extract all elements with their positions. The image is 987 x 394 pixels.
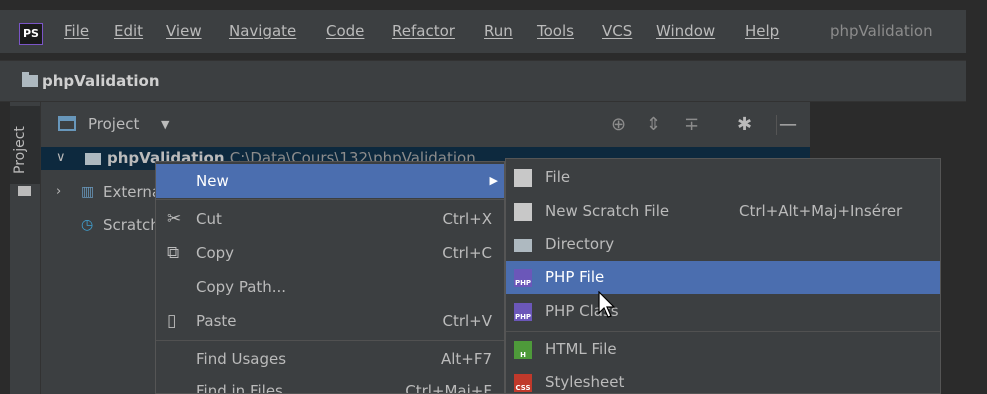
menu-divider [506, 331, 940, 332]
html-badge: H [520, 351, 526, 359]
project-view-icon [58, 116, 76, 131]
breadcrumb[interactable]: phpValidation [42, 61, 160, 101]
php-badge: PHP [514, 313, 532, 321]
folder-icon [514, 239, 532, 252]
file-icon [514, 169, 532, 187]
window-title: phpValidation [830, 22, 933, 40]
submenu-item-html-file[interactable]: H HTML File [506, 333, 940, 366]
chevron-down-icon[interactable]: ▼ [161, 102, 169, 147]
menu-file[interactable]: File [64, 10, 89, 53]
menu-item-copy[interactable]: ⧉ Copy Ctrl+C [156, 236, 504, 270]
menu-run[interactable]: Run [484, 10, 513, 53]
shortcut-label: Ctrl+V [442, 312, 492, 330]
menu-item-label: HTML File [545, 340, 617, 358]
php-badge: PHP [514, 279, 532, 287]
submenu-item-file[interactable]: File [506, 161, 940, 194]
shortcut-label: Ctrl+Maj+F [405, 382, 492, 394]
menu-item-label: New [196, 172, 229, 190]
scratch-file-icon [514, 203, 532, 221]
menu-item-find-usages[interactable]: Find Usages Alt+F7 [156, 342, 504, 376]
tab-project[interactable]: Project [10, 106, 40, 184]
scratches-icon: ◷ [81, 217, 94, 233]
structure-icon[interactable] [18, 186, 31, 196]
shortcut-label: Ctrl+Alt+Maj+Insérer [739, 202, 903, 220]
right-edge [966, 10, 987, 394]
clipboard-icon: ▯ [167, 311, 177, 331]
expand-all-icon[interactable]: ⇕ [646, 102, 661, 147]
menu-divider [156, 199, 504, 200]
navigation-bar: phpValidation [0, 60, 966, 102]
hide-icon[interactable]: — [779, 102, 797, 147]
menu-item-label: Stylesheet [545, 373, 625, 391]
copy-icon: ⧉ [167, 243, 180, 263]
tool-window-stripe: Project [10, 102, 41, 394]
locate-icon[interactable]: ⊕ [611, 102, 626, 147]
php-class-icon: PHP [514, 303, 532, 321]
menu-item-label: File [545, 168, 571, 186]
phpstorm-logo-icon: PS [19, 23, 43, 45]
folder-icon [22, 72, 38, 87]
menu-item-copy-path[interactable]: Copy Path... [156, 270, 504, 304]
menu-edit[interactable]: Edit [114, 10, 143, 53]
menu-bar: PS File Edit View Navigate Code Refactor… [0, 10, 966, 53]
menu-item-label: New Scratch File [545, 202, 670, 220]
menu-divider [156, 340, 504, 341]
submenu-item-new-scratch-file[interactable]: New Scratch File Ctrl+Alt+Maj+Insérer [506, 195, 940, 228]
project-view-selector[interactable]: Project [88, 102, 139, 147]
html-file-icon: H [514, 341, 532, 359]
menu-vcs[interactable]: VCS [602, 10, 632, 53]
submenu-item-php-file[interactable]: PHP PHP File [506, 261, 940, 294]
submenu-item-directory[interactable]: Directory [506, 228, 940, 261]
collapse-all-icon[interactable]: ∓ [684, 102, 699, 147]
menu-item-label: PHP File [545, 268, 605, 286]
menu-view[interactable]: View [166, 10, 202, 53]
menu-window[interactable]: Window [656, 10, 715, 53]
context-menu: New ▶ ✂ Cut Ctrl+X ⧉ Copy Ctrl+C Copy Pa… [155, 161, 505, 394]
shortcut-label: Ctrl+X [442, 210, 492, 228]
menu-item-label: Copy Path... [196, 278, 287, 296]
menu-item-label: Directory [545, 235, 615, 253]
menu-item-label: Find Usages [196, 350, 287, 368]
menu-item-new[interactable]: New ▶ [156, 164, 504, 198]
shortcut-label: Ctrl+C [442, 244, 492, 262]
submenu-item-php-class[interactable]: PHP PHP Class [506, 295, 940, 328]
menu-item-find-in-files[interactable]: Find in Files... Ctrl+Maj+F [156, 374, 504, 394]
project-panel-header: Project ▼ ⊕ ⇕ ∓ ✱ — [41, 102, 810, 147]
chevron-down-icon[interactable]: ∨ [56, 150, 66, 165]
shortcut-label: Alt+F7 [440, 350, 492, 368]
toolbar-separator [776, 115, 777, 135]
php-file-icon: PHP [514, 269, 532, 287]
menu-item-label: Copy [196, 244, 235, 262]
scissors-icon: ✂ [167, 209, 182, 229]
menu-item-paste[interactable]: ▯ Paste Ctrl+V [156, 304, 504, 338]
menu-navigate[interactable]: Navigate [229, 10, 296, 53]
menu-item-cut[interactable]: ✂ Cut Ctrl+X [156, 202, 504, 236]
folder-icon [85, 153, 101, 165]
library-icon: ▥ [81, 184, 95, 200]
gear-icon[interactable]: ✱ [737, 102, 752, 147]
css-badge: CSS [515, 384, 531, 392]
chevron-right-icon: ▶ [489, 174, 498, 187]
tab-project-label: Project [12, 126, 28, 174]
menu-code[interactable]: Code [326, 10, 364, 53]
menu-help[interactable]: Help [745, 10, 779, 53]
new-submenu: File New Scratch File Ctrl+Alt+Maj+Insér… [505, 158, 941, 394]
menu-item-label: Cut [196, 210, 222, 228]
submenu-item-stylesheet[interactable]: CSS Stylesheet [506, 366, 940, 393]
menu-item-label: Paste [196, 312, 237, 330]
menu-item-label: Find in Files... [196, 382, 298, 394]
chevron-right-icon[interactable]: › [56, 184, 61, 199]
menu-tools[interactable]: Tools [537, 10, 574, 53]
stylesheet-icon: CSS [514, 374, 532, 392]
menu-refactor[interactable]: Refactor [392, 10, 455, 53]
